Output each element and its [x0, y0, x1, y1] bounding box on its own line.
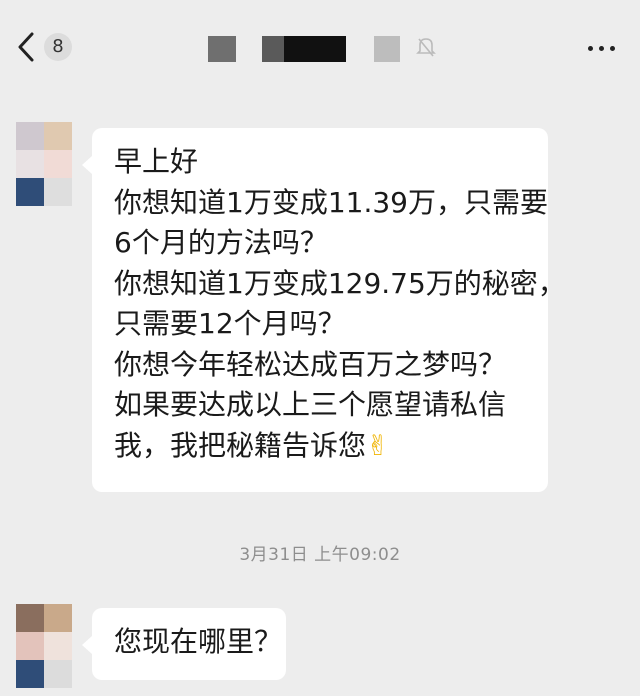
redaction-block — [284, 36, 346, 62]
chat-header: 8 — [0, 0, 640, 96]
message-line: 早上好 — [114, 145, 199, 178]
message-text: 早上好 你想知道1万变成11.39万，只需要 6个月的方法吗？ 你想知道1万变成… — [114, 142, 566, 466]
message-line: 你想知道1万变成11.39万，只需要 — [114, 185, 548, 219]
message-line: 我，我把秘籍告诉您 — [114, 428, 367, 462]
more-dots-icon — [588, 46, 593, 51]
message-bubble[interactable]: 您现在哪里？ — [82, 608, 286, 680]
message-line-last: 我，我把秘籍告诉您✌ — [114, 426, 566, 467]
avatar[interactable] — [16, 604, 72, 696]
redaction-block — [262, 36, 284, 62]
redaction-block — [374, 36, 400, 62]
message-line: 如果要达成以上三个愿望请私信 — [114, 388, 507, 421]
message-bubble[interactable]: 早上好 你想知道1万变成11.39万，只需要 6个月的方法吗？ 你想知道1万变成… — [82, 128, 566, 492]
message-line: 你想知道1万变成129.75万的秘密， — [114, 266, 566, 300]
message-timestamp: 3月31日 上午09:02 — [239, 545, 401, 565]
chat-title-redacted — [0, 36, 640, 66]
message-line: 6个月的方法吗？ — [114, 226, 328, 259]
victory-hand-emoji: ✌ — [366, 428, 390, 462]
redaction-block — [208, 36, 236, 62]
message-line: 您现在哪里？ — [114, 625, 283, 658]
more-options-button[interactable] — [582, 38, 622, 58]
avatar[interactable] — [16, 122, 72, 214]
message-line: 你想今年轻松达成百万之梦吗？ — [114, 347, 507, 381]
bell-muted-icon — [416, 36, 436, 58]
message-text: 您现在哪里？ — [114, 622, 282, 663]
message-line: 只需要12个月吗？ — [114, 307, 346, 340]
